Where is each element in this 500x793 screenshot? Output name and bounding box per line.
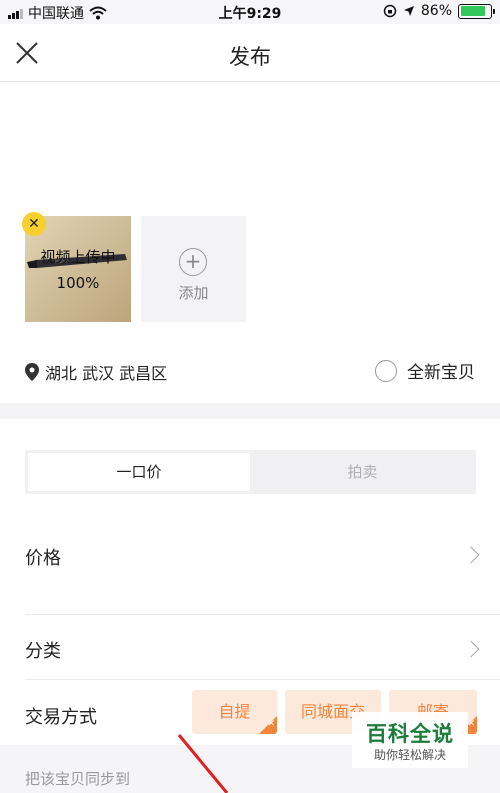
upload-progress: 100%	[56, 274, 100, 292]
upload-status: 视频上传中	[40, 248, 116, 266]
category-row-label[interactable]: 分类	[25, 637, 61, 663]
nav-bar: 发布	[0, 24, 500, 82]
radio-circle-icon	[375, 359, 397, 382]
tab-fixed-price[interactable]: 一口价	[28, 453, 250, 491]
price-row-label[interactable]: 价格	[25, 544, 61, 570]
status-bar: 中国联通 上午9:29 86%	[0, 0, 500, 24]
rotation-lock-icon	[383, 4, 397, 18]
remove-icon: ✕	[28, 216, 40, 232]
location-pin-icon	[25, 363, 39, 381]
selected-corner-icon: ✕	[259, 716, 277, 734]
location-arrow-icon	[403, 6, 414, 16]
status-right: 86%	[383, 3, 495, 19]
location-selector[interactable]: 湖北 武汉 武昌区	[25, 360, 167, 384]
battery-percent: 86%	[420, 3, 452, 19]
add-media-button[interactable]: + 添加	[141, 216, 246, 322]
watermark-logo: 百科全说 助你轻松解决	[352, 712, 468, 768]
tab-auction[interactable]: 拍卖	[252, 453, 473, 491]
sale-mode-switch: 一口价 拍卖	[25, 450, 476, 494]
brand-new-label: 全新宝贝	[407, 363, 475, 383]
watermark-title: 百科全说	[366, 722, 454, 746]
battery-icon	[458, 3, 495, 19]
trade-option-label: 自提	[218, 702, 251, 721]
brand-new-toggle[interactable]: 全新宝贝	[375, 358, 475, 383]
annotation-arrow	[177, 734, 229, 793]
add-media-label: 添加	[178, 284, 209, 302]
plus-circle-icon: +	[179, 248, 207, 276]
trade-option-pickup[interactable]: 自提 ✕	[192, 690, 277, 734]
chevron-right-icon	[462, 546, 480, 564]
divider	[25, 679, 500, 680]
trade-method-label: 交易方式	[25, 707, 97, 728]
page-title: 发布	[229, 45, 271, 69]
location-text: 湖北 武汉 武昌区	[45, 364, 168, 383]
sync-label: 把该宝贝同步到	[25, 770, 131, 788]
chevron-right-icon	[462, 640, 480, 658]
remove-media-button[interactable]: ✕	[22, 212, 46, 236]
divider	[25, 614, 500, 615]
watermark-subtitle: 助你轻松解决	[373, 748, 446, 762]
section-divider	[0, 403, 500, 419]
